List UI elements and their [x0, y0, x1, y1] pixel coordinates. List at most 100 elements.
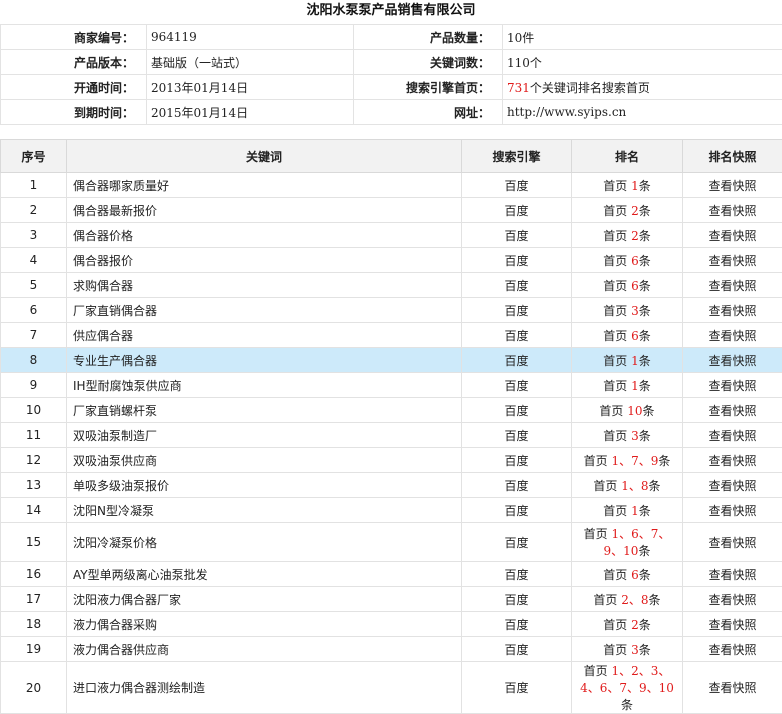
version-value: 基础版（一站式） — [147, 50, 354, 75]
view-snapshot-link[interactable]: 查看快照 — [683, 373, 782, 398]
table-row[interactable]: 17沈阳液力偶合器厂家百度首页 2、8条查看快照 — [1, 587, 782, 612]
rank-suffix: 条 — [658, 454, 670, 468]
row-rank: 首页 2条 — [572, 198, 683, 223]
row-engine: 百度 — [462, 473, 572, 498]
rank-value: 2 — [631, 229, 639, 243]
table-row[interactable]: 18液力偶合器采购百度首页 2条查看快照 — [1, 612, 782, 637]
row-rank: 首页 1条 — [572, 498, 683, 523]
keyword-count-label: 关键词数： — [354, 50, 503, 75]
row-keyword: 双吸油泵制造厂 — [67, 423, 462, 448]
row-keyword: 专业生产偶合器 — [67, 348, 462, 373]
view-snapshot-link[interactable]: 查看快照 — [683, 323, 782, 348]
table-row[interactable]: 19液力偶合器供应商百度首页 3条查看快照 — [1, 637, 782, 662]
row-keyword: 求购偶合器 — [67, 273, 462, 298]
table-row[interactable]: 11双吸油泵制造厂百度首页 3条查看快照 — [1, 423, 782, 448]
view-snapshot-link[interactable]: 查看快照 — [683, 562, 782, 587]
row-keyword: 沈阳冷凝泵价格 — [67, 523, 462, 562]
row-keyword: 偶合器最新报价 — [67, 198, 462, 223]
open-time-value: 2013年01月14日 — [147, 75, 354, 100]
rank-value: 6 — [631, 329, 639, 343]
view-snapshot-link[interactable]: 查看快照 — [683, 348, 782, 373]
table-row[interactable]: 14沈阳N型冷凝泵百度首页 1条查看快照 — [1, 498, 782, 523]
row-rank: 首页 3条 — [572, 298, 683, 323]
row-index: 8 — [1, 348, 67, 373]
table-row[interactable]: 5求购偶合器百度首页 6条查看快照 — [1, 273, 782, 298]
row-index: 20 — [1, 662, 67, 714]
table-row[interactable]: 7供应偶合器百度首页 6条查看快照 — [1, 323, 782, 348]
row-index: 12 — [1, 448, 67, 473]
row-rank: 首页 6条 — [572, 248, 683, 273]
view-snapshot-link[interactable]: 查看快照 — [683, 473, 782, 498]
rank-value: 1 — [631, 504, 639, 518]
row-engine: 百度 — [462, 298, 572, 323]
rank-prefix: 首页 — [603, 429, 627, 443]
row-engine: 百度 — [462, 587, 572, 612]
rank-value: 1、2、3、 — [611, 664, 670, 678]
row-keyword: 液力偶合器供应商 — [67, 637, 462, 662]
table-row[interactable]: 1偶合器哪家质量好百度首页 1条查看快照 — [1, 173, 782, 198]
rank-prefix: 首页 — [603, 279, 627, 293]
row-engine: 百度 — [462, 448, 572, 473]
row-engine: 百度 — [462, 398, 572, 423]
table-row[interactable]: 9IH型耐腐蚀泵供应商百度首页 1条查看快照 — [1, 373, 782, 398]
table-row[interactable]: 16AY型单两级离心油泵批发百度首页 6条查看快照 — [1, 562, 782, 587]
row-engine: 百度 — [462, 323, 572, 348]
view-snapshot-link[interactable]: 查看快照 — [683, 612, 782, 637]
table-row[interactable]: 8专业生产偶合器百度首页 1条查看快照 — [1, 348, 782, 373]
row-index: 19 — [1, 637, 67, 662]
open-time-label: 开通时间： — [1, 75, 147, 100]
rank-value: 3 — [631, 304, 639, 318]
view-snapshot-link[interactable]: 查看快照 — [683, 273, 782, 298]
row-rank: 首页 1条 — [572, 373, 683, 398]
table-row[interactable]: 4偶合器报价百度首页 6条查看快照 — [1, 248, 782, 273]
expire-time-label: 到期时间： — [1, 100, 147, 125]
url-link[interactable]: http://www.syips.cn — [503, 100, 782, 125]
rank-value: 1、8 — [621, 479, 648, 493]
keyword-ranking-table: 序号 关键词 搜索引擎 排名 排名快照 1偶合器哪家质量好百度首页 1条查看快照… — [0, 139, 782, 714]
view-snapshot-link[interactable]: 查看快照 — [683, 198, 782, 223]
row-index: 16 — [1, 562, 67, 587]
view-snapshot-link[interactable]: 查看快照 — [683, 248, 782, 273]
header-index: 序号 — [1, 140, 67, 173]
row-rank: 首页 1、7、9条 — [572, 448, 683, 473]
row-index: 4 — [1, 248, 67, 273]
row-engine: 百度 — [462, 248, 572, 273]
view-snapshot-link[interactable]: 查看快照 — [683, 398, 782, 423]
rank-suffix: 条 — [621, 698, 633, 712]
rank-value: 2 — [631, 204, 639, 218]
table-row[interactable]: 10厂家直销螺杆泵百度首页 10条查看快照 — [1, 398, 782, 423]
view-snapshot-link[interactable]: 查看快照 — [683, 498, 782, 523]
header-engine: 搜索引擎 — [462, 140, 572, 173]
view-snapshot-link[interactable]: 查看快照 — [683, 298, 782, 323]
row-index: 13 — [1, 473, 67, 498]
rank-suffix: 条 — [639, 179, 651, 193]
table-row[interactable]: 12双吸油泵供应商百度首页 1、7、9条查看快照 — [1, 448, 782, 473]
view-snapshot-link[interactable]: 查看快照 — [683, 173, 782, 198]
table-row[interactable]: 3偶合器价格百度首页 2条查看快照 — [1, 223, 782, 248]
view-snapshot-link[interactable]: 查看快照 — [683, 523, 782, 562]
row-index: 10 — [1, 398, 67, 423]
header-keyword: 关键词 — [67, 140, 462, 173]
rank-value: 3 — [631, 429, 639, 443]
view-snapshot-link[interactable]: 查看快照 — [683, 587, 782, 612]
row-keyword: 进口液力偶合器测绘制造 — [67, 662, 462, 714]
view-snapshot-link[interactable]: 查看快照 — [683, 223, 782, 248]
table-row[interactable]: 20进口液力偶合器测绘制造百度首页 1、2、3、4、6、7、9、10条查看快照 — [1, 662, 782, 714]
product-count-label: 产品数量： — [354, 25, 503, 50]
table-row[interactable]: 13单吸多级油泵报价百度首页 1、8条查看快照 — [1, 473, 782, 498]
rank-value-cont: 9、10 — [604, 544, 639, 558]
row-engine: 百度 — [462, 198, 572, 223]
view-snapshot-link[interactable]: 查看快照 — [683, 448, 782, 473]
view-snapshot-link[interactable]: 查看快照 — [683, 423, 782, 448]
rank-prefix: 首页 — [593, 479, 617, 493]
row-index: 6 — [1, 298, 67, 323]
table-row[interactable]: 2 偶合器最新报价百度首页 2条查看快照 — [1, 198, 782, 223]
rank-value: 1、7、9 — [611, 454, 658, 468]
table-row[interactable]: 15沈阳冷凝泵价格百度首页 1、6、7、9、10条查看快照 — [1, 523, 782, 562]
view-snapshot-link[interactable]: 查看快照 — [683, 662, 782, 714]
view-snapshot-link[interactable]: 查看快照 — [683, 637, 782, 662]
rank-value: 1、6、7、 — [611, 527, 670, 541]
info-row: 到期时间： 2015年01月14日 网址： http://www.syips.c… — [1, 100, 782, 125]
row-rank: 首页 2条 — [572, 223, 683, 248]
table-row[interactable]: 6厂家直销偶合器百度首页 3条查看快照 — [1, 298, 782, 323]
